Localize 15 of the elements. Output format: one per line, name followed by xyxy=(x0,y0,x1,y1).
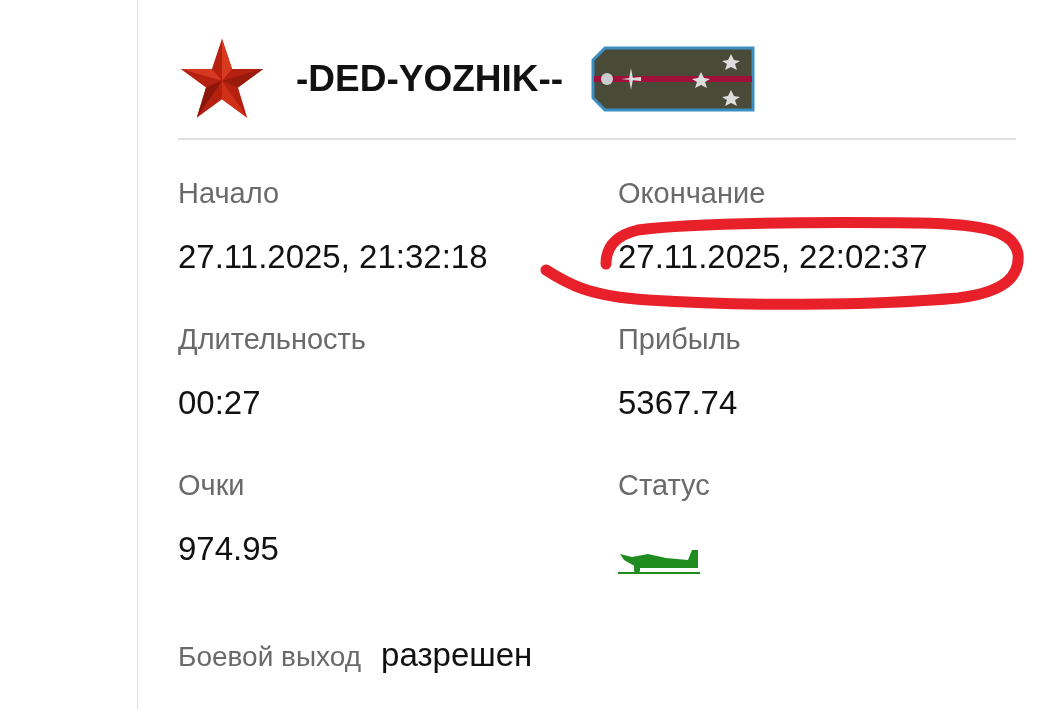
field-label: Прибыль xyxy=(618,322,742,356)
player-name: -DED-YOZHIK-- xyxy=(296,58,564,100)
field-value: 00:27 xyxy=(178,384,262,422)
combat-exit-label: Боевой выход xyxy=(178,641,362,673)
field-value: 27.11.2025, 21:32:18 xyxy=(178,238,489,276)
field-label: Начало xyxy=(178,176,281,210)
field-label: Длительность xyxy=(178,322,367,356)
combat-exit-value: разрешен xyxy=(381,636,533,674)
field-label: Очки xyxy=(178,468,246,502)
shoulder-board-icon xyxy=(591,46,756,112)
field-value: 974.95 xyxy=(178,530,280,568)
field-value: 27.11.2025, 22:02:37 xyxy=(618,238,929,276)
field-label: Статус xyxy=(618,468,711,502)
field-value: 5367.74 xyxy=(618,384,739,422)
field-label: Окончание xyxy=(618,176,767,210)
